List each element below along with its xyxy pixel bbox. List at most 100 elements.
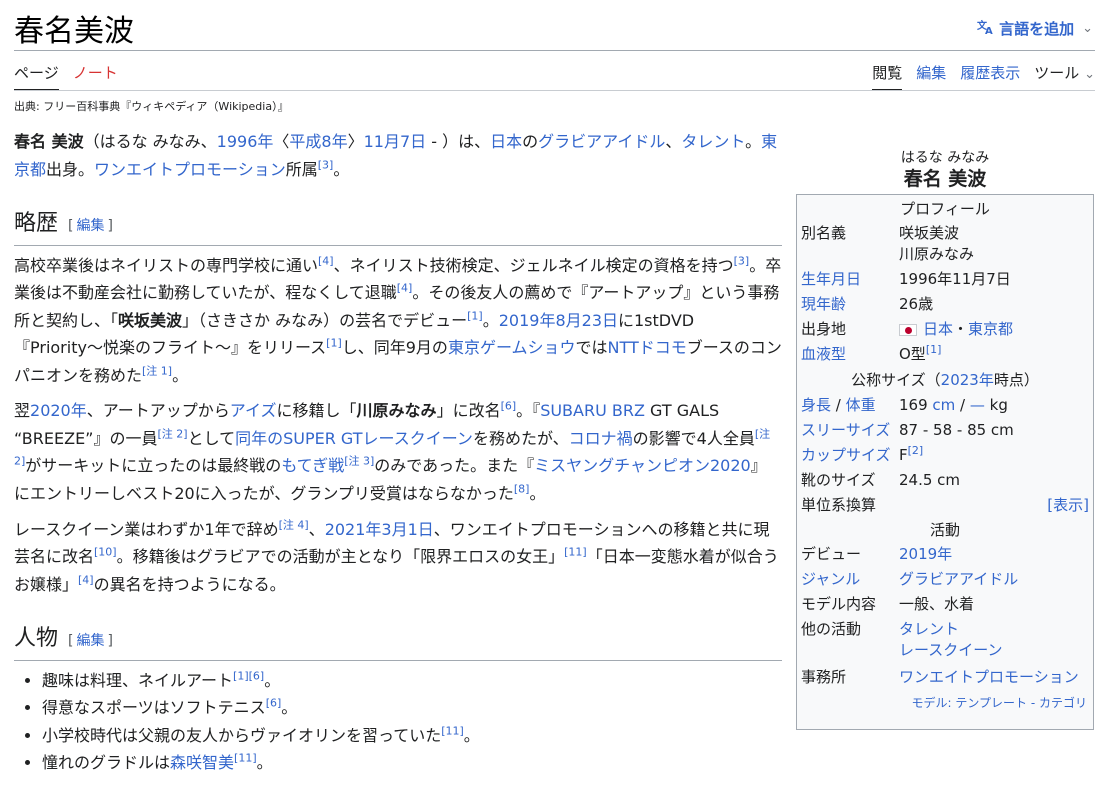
bracket: [ (68, 633, 74, 650)
link-heisei[interactable]: 平成8年 (289, 132, 347, 151)
row-value: F[2] (899, 443, 1089, 468)
link-japan[interactable]: 日本 (923, 320, 953, 338)
link-talent[interactable]: タレント (681, 132, 745, 151)
ref-link[interactable]: [8] (514, 483, 530, 496)
ref-link[interactable]: [1] (926, 343, 942, 356)
link-1996[interactable]: 1996年 (217, 132, 274, 151)
link-tgs[interactable]: 東京ゲームショウ (448, 338, 576, 357)
ref-link[interactable]: [注 4] (279, 518, 309, 531)
ref-link[interactable]: [11] (564, 546, 587, 559)
link-tokyo[interactable]: 東京都 (968, 320, 1013, 338)
link-brz[interactable]: SUBARU BRZ (540, 401, 645, 420)
link-2023[interactable]: 2023年 (941, 371, 994, 389)
template-link[interactable]: テンプレート (955, 696, 1027, 710)
infobox-row-unit: 単位系換算 [表示] (801, 493, 1089, 518)
ref-link[interactable]: [1] (326, 337, 342, 350)
row-label-link[interactable]: 血液型 (801, 342, 899, 367)
edit-section-link[interactable]: 編集 (76, 633, 104, 649)
ref-link[interactable]: [3] (318, 158, 334, 171)
link-gravure[interactable]: グラビアアイドル (538, 132, 665, 151)
ref-link[interactable]: [注 2] (157, 428, 187, 441)
link-nov7[interactable]: 11月7日 (364, 132, 427, 151)
infobox-row-other: 他の活動 タレント レースクイーン (801, 617, 1089, 665)
link-talent[interactable]: タレント (899, 619, 1089, 640)
ref-link[interactable]: [2] (908, 444, 924, 457)
ref-link[interactable]: [11] (441, 725, 464, 738)
ref-link[interactable]: [4] (397, 282, 413, 295)
link-miss-young[interactable]: ミスヤングチャンピオン2020 (534, 456, 751, 475)
row-label: 事務所 (801, 668, 847, 686)
ref-link[interactable]: [11] (234, 752, 257, 765)
infobox-row-alias: 別名義 咲坂美波 川原みなみ (801, 221, 1089, 267)
add-language-button[interactable]: 文A 言語を追加 ⌄ (977, 18, 1093, 39)
infobox-row-height-weight: 身長 / 体重 169 cm / — kg (801, 393, 1089, 418)
ref-link[interactable]: [6] (501, 400, 517, 413)
row-label-link[interactable]: ジャンル (801, 567, 899, 592)
link-ize[interactable]: アイズ (230, 401, 277, 420)
svg-text:A: A (985, 26, 993, 35)
tab-tools[interactable]: ツール ⌄ (1034, 62, 1095, 91)
alias-1: 咲坂美波 (899, 224, 960, 242)
text: 。 (264, 670, 281, 690)
edit-section-link[interactable]: 編集 (76, 218, 104, 234)
ref-link[interactable]: [10] (94, 546, 117, 559)
link-weight[interactable]: 体重 (846, 396, 876, 414)
link-date[interactable]: 2019年8月23日 (499, 311, 618, 330)
infobox-row-origin: 出身地 日本・東京都 (801, 317, 1089, 342)
link-motegi[interactable]: もてぎ戦 (281, 456, 344, 475)
link-2020[interactable]: 2020年 (30, 401, 87, 420)
row-label-link[interactable]: カップサイズ (801, 443, 899, 468)
page-title: 春名美波 (14, 14, 134, 49)
link-oneeight[interactable]: ワンエイトプロモーション (94, 160, 286, 179)
link-gravure[interactable]: グラビアアイドル (899, 570, 1018, 588)
show-toggle[interactable]: [表示] (1047, 493, 1089, 518)
ref-link[interactable]: [3] (734, 255, 750, 268)
link-japan[interactable]: 日本 (490, 132, 522, 151)
link-height[interactable]: 身長 (801, 396, 831, 414)
tab-edit[interactable]: 編集 (916, 62, 946, 91)
ref-link[interactable]: [注 3] (344, 455, 374, 468)
text: 憧れのグラドルは (42, 753, 171, 773)
row-value: ワンエイトプロモーション (899, 665, 1089, 690)
subject-name: 春名 美波 (14, 132, 84, 151)
tab-page[interactable]: ページ (14, 62, 59, 91)
text: の影響で4人全員 (632, 428, 755, 448)
text: 。 (482, 310, 499, 330)
text: 。 (463, 725, 480, 745)
row-label-link[interactable]: スリーサイズ (801, 418, 899, 443)
japan-flag-icon (899, 323, 917, 336)
ref-link[interactable]: [1][6] (233, 670, 264, 683)
link-cm[interactable]: cm (932, 396, 955, 414)
ref-link[interactable]: [注 1] (142, 365, 172, 378)
link-race-queen[interactable]: レースクイーン (899, 640, 1089, 661)
link-ntt[interactable]: NTTドコモ (607, 338, 686, 357)
infobox: プロフィール 別名義 咲坂美波 川原みなみ 生年月日 1996年11月7日 現年… (796, 194, 1094, 730)
link-date[interactable]: 2021年3月1日 (325, 520, 434, 539)
tab-talk[interactable]: ノート (73, 62, 118, 91)
footer-label: モデル: (911, 696, 956, 710)
tab-history[interactable]: 履歴表示 (960, 62, 1020, 91)
text: 。 (172, 365, 189, 385)
weight-unit: kg (984, 396, 1008, 414)
ref-link[interactable]: [1] (467, 310, 483, 323)
ref-link[interactable]: [4] (318, 255, 334, 268)
infobox-row-blood: 血液型 O型[1] (801, 342, 1089, 367)
ref-link[interactable]: [6] (266, 697, 282, 710)
ref-link[interactable]: [4] (78, 573, 94, 586)
link-morisaki[interactable]: 森咲智美 (170, 753, 234, 772)
infobox-row-age: 現年齢 26歳 (801, 292, 1089, 317)
link-super-gt[interactable]: 同年のSUPER GTレースクイーン (235, 429, 473, 448)
link-2019[interactable]: 2019年 (899, 545, 952, 563)
link-corona[interactable]: コロナ禍 (569, 429, 633, 448)
tab-read[interactable]: 閲覧 (872, 62, 903, 91)
translate-icon: 文A (977, 19, 995, 39)
link-weight-value[interactable]: — (970, 396, 985, 414)
infobox-row-agency: 事務所 ワンエイトプロモーション (801, 665, 1089, 690)
title-divider (14, 50, 1095, 51)
row-label-link[interactable]: 現年齢 (801, 292, 899, 317)
row-value: タレント レースクイーン (899, 617, 1089, 665)
infobox-name: 春名 美波 (903, 168, 987, 190)
category-link[interactable]: カテゴリ (1039, 696, 1087, 710)
row-label-link[interactable]: 生年月日 (801, 267, 899, 292)
link-agency[interactable]: ワンエイトプロモーション (899, 668, 1079, 686)
